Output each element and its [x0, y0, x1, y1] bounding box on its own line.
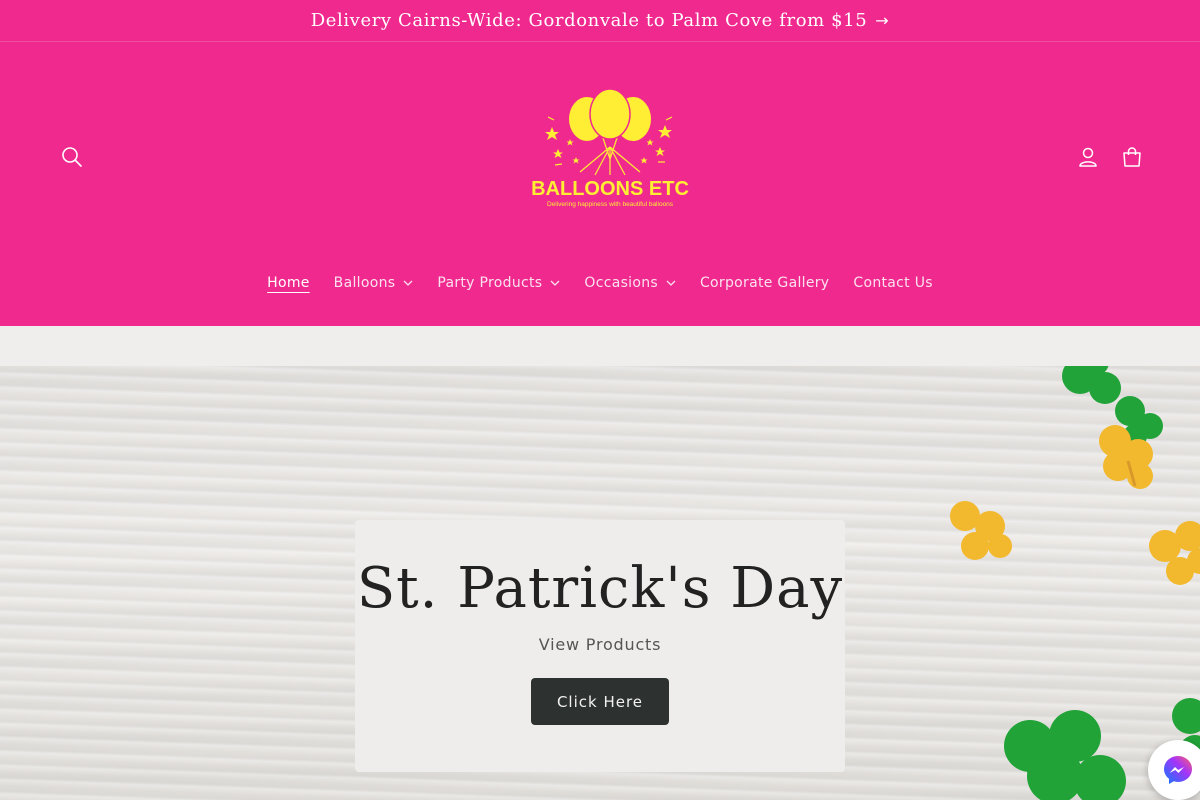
- main-nav: Home Balloons Party Products Occasions C…: [0, 268, 1200, 298]
- search-button[interactable]: [54, 139, 90, 175]
- click-here-button[interactable]: Click Here: [531, 678, 669, 725]
- arrow-right-icon[interactable]: →: [875, 11, 889, 30]
- hero-title: St. Patrick's Day: [356, 556, 844, 621]
- messenger-chat-button[interactable]: [1148, 740, 1200, 800]
- nav-item-home[interactable]: Home: [255, 275, 322, 291]
- logo-brand-text: BALLOONS ETC: [531, 178, 689, 200]
- account-button[interactable]: [1070, 139, 1106, 175]
- cart-icon: [1123, 147, 1141, 167]
- logo-tagline-text: Delivering happiness with beautiful ball…: [547, 201, 674, 208]
- hero-subtitle: View Products: [538, 635, 662, 654]
- account-icon: [1079, 147, 1097, 167]
- search-icon: [62, 147, 82, 167]
- nav-label[interactable]: Contact Us: [853, 275, 932, 291]
- cart-button[interactable]: [1114, 139, 1150, 175]
- nav-item-contact-us[interactable]: Contact Us: [841, 275, 944, 291]
- nav-label[interactable]: Home: [267, 275, 310, 291]
- nav-label[interactable]: Occasions: [584, 275, 658, 291]
- chevron-down-icon: [403, 280, 413, 286]
- nav-label[interactable]: Party Products: [437, 275, 542, 291]
- nav-item-occasions[interactable]: Occasions: [572, 275, 688, 291]
- nav-label[interactable]: Corporate Gallery: [700, 275, 829, 291]
- nav-item-corporate-gallery[interactable]: Corporate Gallery: [688, 275, 841, 291]
- nav-label[interactable]: Balloons: [334, 275, 396, 291]
- section-spacer: [0, 326, 1200, 366]
- nav-item-party-products[interactable]: Party Products: [425, 275, 572, 291]
- nav-item-balloons[interactable]: Balloons: [322, 275, 426, 291]
- hero-content-card: St. Patrick's Day View Products Click He…: [355, 520, 845, 772]
- announcement-text[interactable]: Delivery Cairns-Wide: Gordonvale to Palm…: [311, 10, 868, 31]
- chevron-down-icon: [550, 280, 560, 286]
- chevron-down-icon: [666, 280, 676, 286]
- messenger-icon: [1164, 756, 1192, 784]
- hero-banner: St. Patrick's Day View Products Click He…: [0, 366, 1200, 800]
- site-header: BALLOONS ETC Delivering happiness with b…: [0, 42, 1200, 326]
- balloons-etc-logo[interactable]: BALLOONS ETC Delivering happiness with b…: [510, 87, 710, 217]
- announcement-bar[interactable]: Delivery Cairns-Wide: Gordonvale to Palm…: [0, 0, 1200, 42]
